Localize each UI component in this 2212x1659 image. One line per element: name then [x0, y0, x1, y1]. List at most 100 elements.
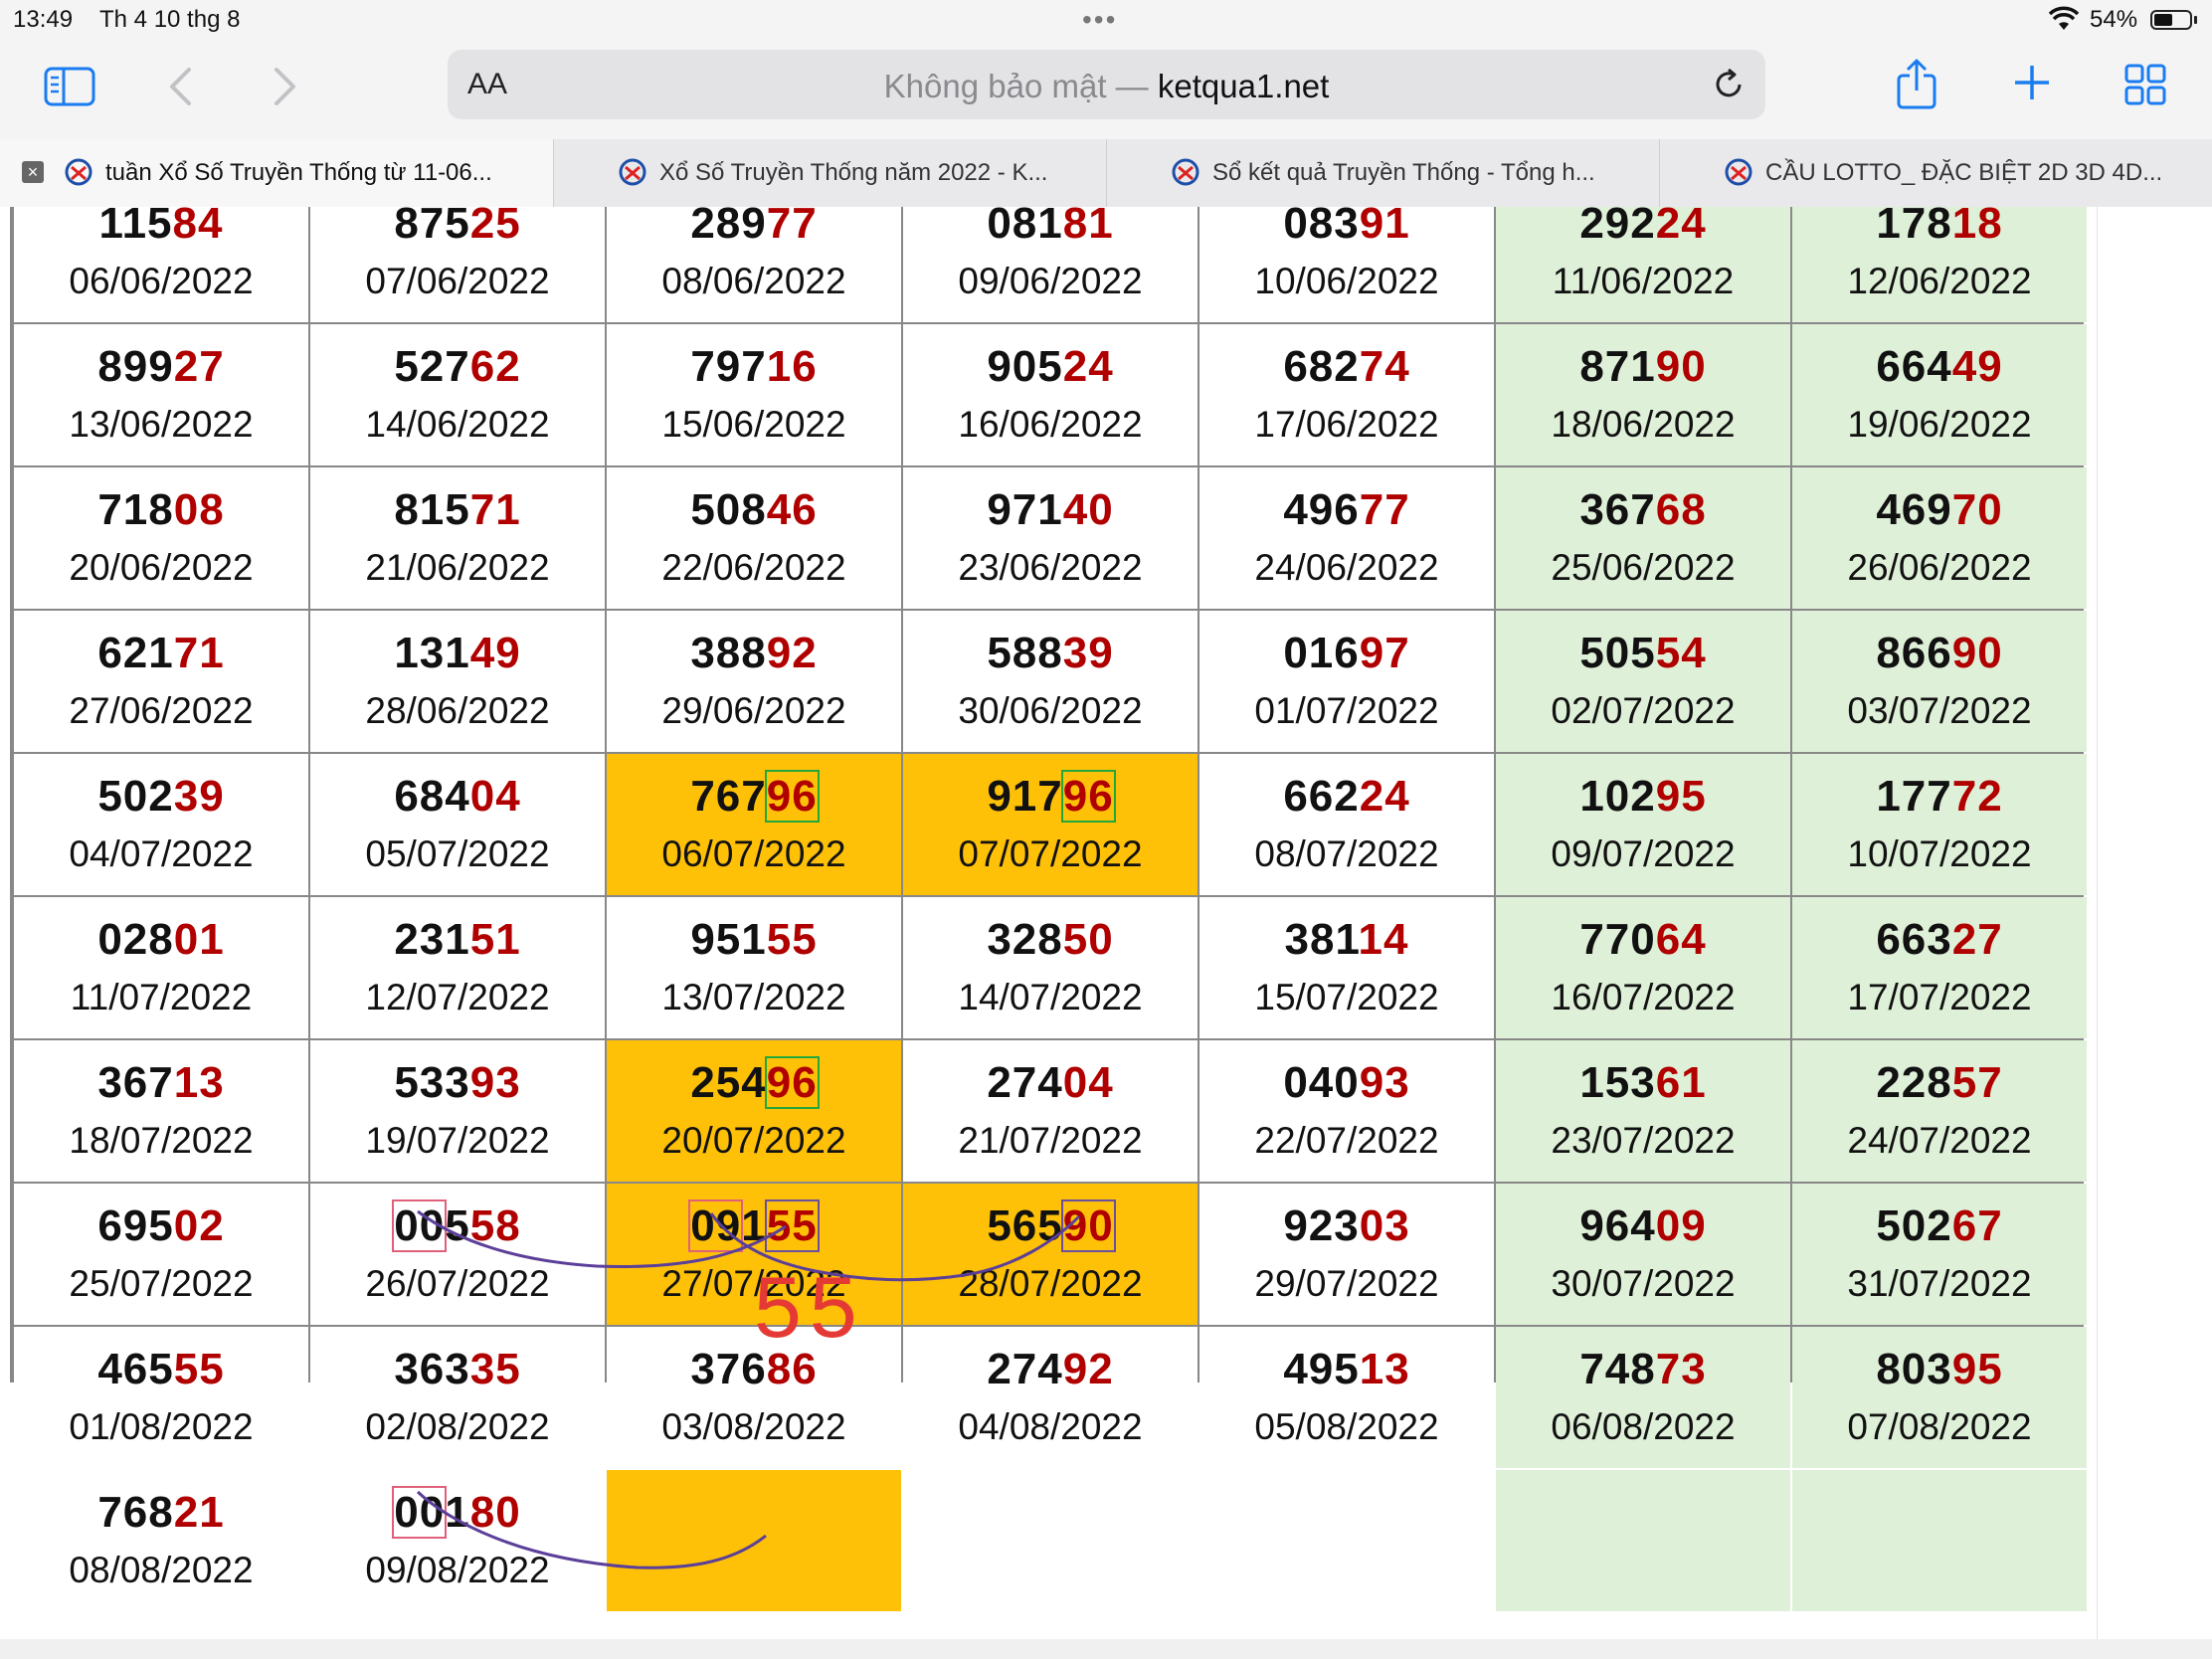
- result-date: 04/08/2022: [958, 1406, 1143, 1447]
- result-date: 11/06/2022: [1552, 261, 1735, 301]
- result-number: 87190: [1579, 342, 1707, 391]
- result-number: 17772: [1876, 772, 2003, 821]
- result-number: 27404: [987, 1058, 1114, 1107]
- tab-2[interactable]: Xổ Số Truyền Thống năm 2022 - K...: [553, 139, 1106, 207]
- handwritten-annotation: 55: [754, 1260, 865, 1356]
- close-tab-icon[interactable]: ×: [22, 161, 44, 183]
- result-cell: 52762 14/06/2022: [310, 324, 605, 465]
- favicon-icon: [65, 158, 92, 186]
- tab-label: Xổ Số Truyền Thống năm 2022 - K...: [659, 159, 1048, 186]
- result-cell: 66224 08/07/2022: [1199, 754, 1494, 895]
- favicon-icon: [619, 158, 646, 186]
- result-date: 02/08/2022: [365, 1406, 550, 1447]
- result-cell: 50846 22/06/2022: [607, 467, 901, 609]
- page-content: 11584 06/06/2022 87525 07/06/2022 28977 08/06…: [0, 207, 2212, 1659]
- result-cell: 50267 31/07/2022: [1792, 1184, 2087, 1325]
- result-date: 06/08/2022: [1551, 1406, 1736, 1447]
- result-cell: [1199, 1470, 1494, 1611]
- result-cell: 80395 07/08/2022: [1792, 1327, 2087, 1468]
- result-date: 14/06/2022: [365, 404, 550, 445]
- result-cell: 49513 05/08/2022: [1199, 1327, 1494, 1468]
- result-cell: 50554 02/07/2022: [1496, 611, 1790, 752]
- result-date: 08/07/2022: [1254, 833, 1439, 874]
- multitasking-dots-icon[interactable]: •••: [1082, 4, 1117, 36]
- results-table: 11584 06/06/2022 87525 07/06/2022 28977 08/06…: [10, 207, 2087, 1611]
- result-number: 95155: [690, 915, 818, 964]
- result-date: 07/08/2022: [1847, 1406, 2032, 1447]
- result-number: 53393: [394, 1058, 521, 1107]
- address-text[interactable]: Không bảo mật — ketqua1.net: [448, 68, 1765, 105]
- result-date: 30/06/2022: [958, 690, 1143, 731]
- result-cell: 71808 20/06/2022: [14, 467, 308, 609]
- result-number: 62171: [97, 629, 225, 677]
- result-number: 96409: [1579, 1201, 1707, 1250]
- result-date: 30/07/2022: [1551, 1263, 1736, 1304]
- share-icon[interactable]: [1896, 58, 1937, 109]
- forward-arrow-icon[interactable]: [273, 66, 298, 107]
- result-date: 12/06/2022: [1847, 261, 2032, 301]
- result-number: 71808: [97, 485, 225, 534]
- scrollbar[interactable]: [2097, 207, 2098, 1659]
- result-number: 50267: [1876, 1201, 2003, 1250]
- address-bar[interactable]: AA Không bảo mật — ketqua1.net: [448, 50, 1765, 119]
- result-cell: 66449 19/06/2022: [1792, 324, 2087, 465]
- status-date: Th 4 10 thg 8: [99, 6, 241, 33]
- result-number: 50239: [97, 772, 225, 821]
- result-date: 01/08/2022: [69, 1406, 254, 1447]
- result-date: 19/07/2022: [365, 1120, 550, 1161]
- result-number: 46555: [97, 1345, 225, 1393]
- result-number: 11584: [98, 207, 224, 248]
- result-number: 17818: [1876, 207, 2003, 248]
- result-cell: 22857 24/07/2022: [1792, 1040, 2087, 1182]
- result-date: 05/07/2022: [365, 833, 550, 874]
- result-date: 21/07/2022: [958, 1120, 1143, 1161]
- result-cell: 68404 05/07/2022: [310, 754, 605, 895]
- reload-icon[interactable]: [1710, 66, 1748, 103]
- result-number: 50846: [690, 485, 818, 534]
- result-cell: 92303 29/07/2022: [1199, 1184, 1494, 1325]
- browser-toolbar: AA Không bảo mật — ketqua1.net: [0, 40, 2212, 139]
- result-date: 20/06/2022: [69, 547, 254, 588]
- tab-4[interactable]: CẦU LOTTO_ ĐẶC BIỆT 2D 3D 4D...: [1659, 139, 2212, 207]
- tab-3[interactable]: Sổ kết quả Truyền Thống - Tổng h...: [1106, 139, 1659, 207]
- result-date: 26/07/2022: [365, 1263, 550, 1304]
- result-date: 15/07/2022: [1254, 977, 1439, 1017]
- result-cell: 29224 11/06/2022: [1496, 207, 1790, 322]
- result-number: 79716: [690, 342, 818, 391]
- result-number: 66327: [1876, 915, 2003, 964]
- result-date: 07/06/2022: [365, 261, 550, 301]
- result-date: 02/07/2022: [1551, 690, 1736, 731]
- result-cell: 87525 07/06/2022: [310, 207, 605, 322]
- favicon-icon: [1172, 158, 1199, 186]
- new-tab-plus-icon[interactable]: [2013, 64, 2051, 101]
- result-cell: [1792, 1470, 2087, 1611]
- result-cell: 69502 25/07/2022: [14, 1184, 308, 1325]
- result-cell: 17772 10/07/2022: [1792, 754, 2087, 895]
- back-arrow-icon[interactable]: [167, 66, 193, 107]
- result-number: 04093: [1283, 1058, 1410, 1107]
- result-cell: 76796 06/07/2022: [607, 754, 901, 895]
- result-date: 03/07/2022: [1847, 690, 2032, 731]
- result-date: 23/06/2022: [958, 547, 1143, 588]
- result-cell: 15361 23/07/2022: [1496, 1040, 1790, 1182]
- result-cell: 13149 28/06/2022: [310, 611, 605, 752]
- result-date: 06/07/2022: [661, 833, 846, 874]
- result-number: 22857: [1876, 1058, 2003, 1107]
- result-cell: 77064 16/07/2022: [1496, 897, 1790, 1038]
- result-date: 21/06/2022: [365, 547, 550, 588]
- tab-overview-icon[interactable]: [2124, 64, 2166, 105]
- result-cell: 86690 03/07/2022: [1792, 611, 2087, 752]
- sidebar-toggle-icon[interactable]: [44, 67, 95, 106]
- result-cell: 87190 18/06/2022: [1496, 324, 1790, 465]
- result-number: 46970: [1876, 485, 2003, 534]
- result-cell: 02801 11/07/2022: [14, 897, 308, 1038]
- result-date: 27/06/2022: [69, 690, 254, 731]
- status-bar: 13:49 Th 4 10 thg 8 ••• 54%: [0, 0, 2212, 40]
- result-date: 12/07/2022: [365, 977, 550, 1017]
- result-date: 03/08/2022: [661, 1406, 846, 1447]
- result-date: 13/06/2022: [69, 404, 254, 445]
- result-date: 16/07/2022: [1551, 977, 1736, 1017]
- result-number: 77064: [1579, 915, 1707, 964]
- result-cell: 62171 27/06/2022: [14, 611, 308, 752]
- tab-1[interactable]: × tuần Xổ Số Truyền Thống từ 11-06...: [0, 139, 553, 207]
